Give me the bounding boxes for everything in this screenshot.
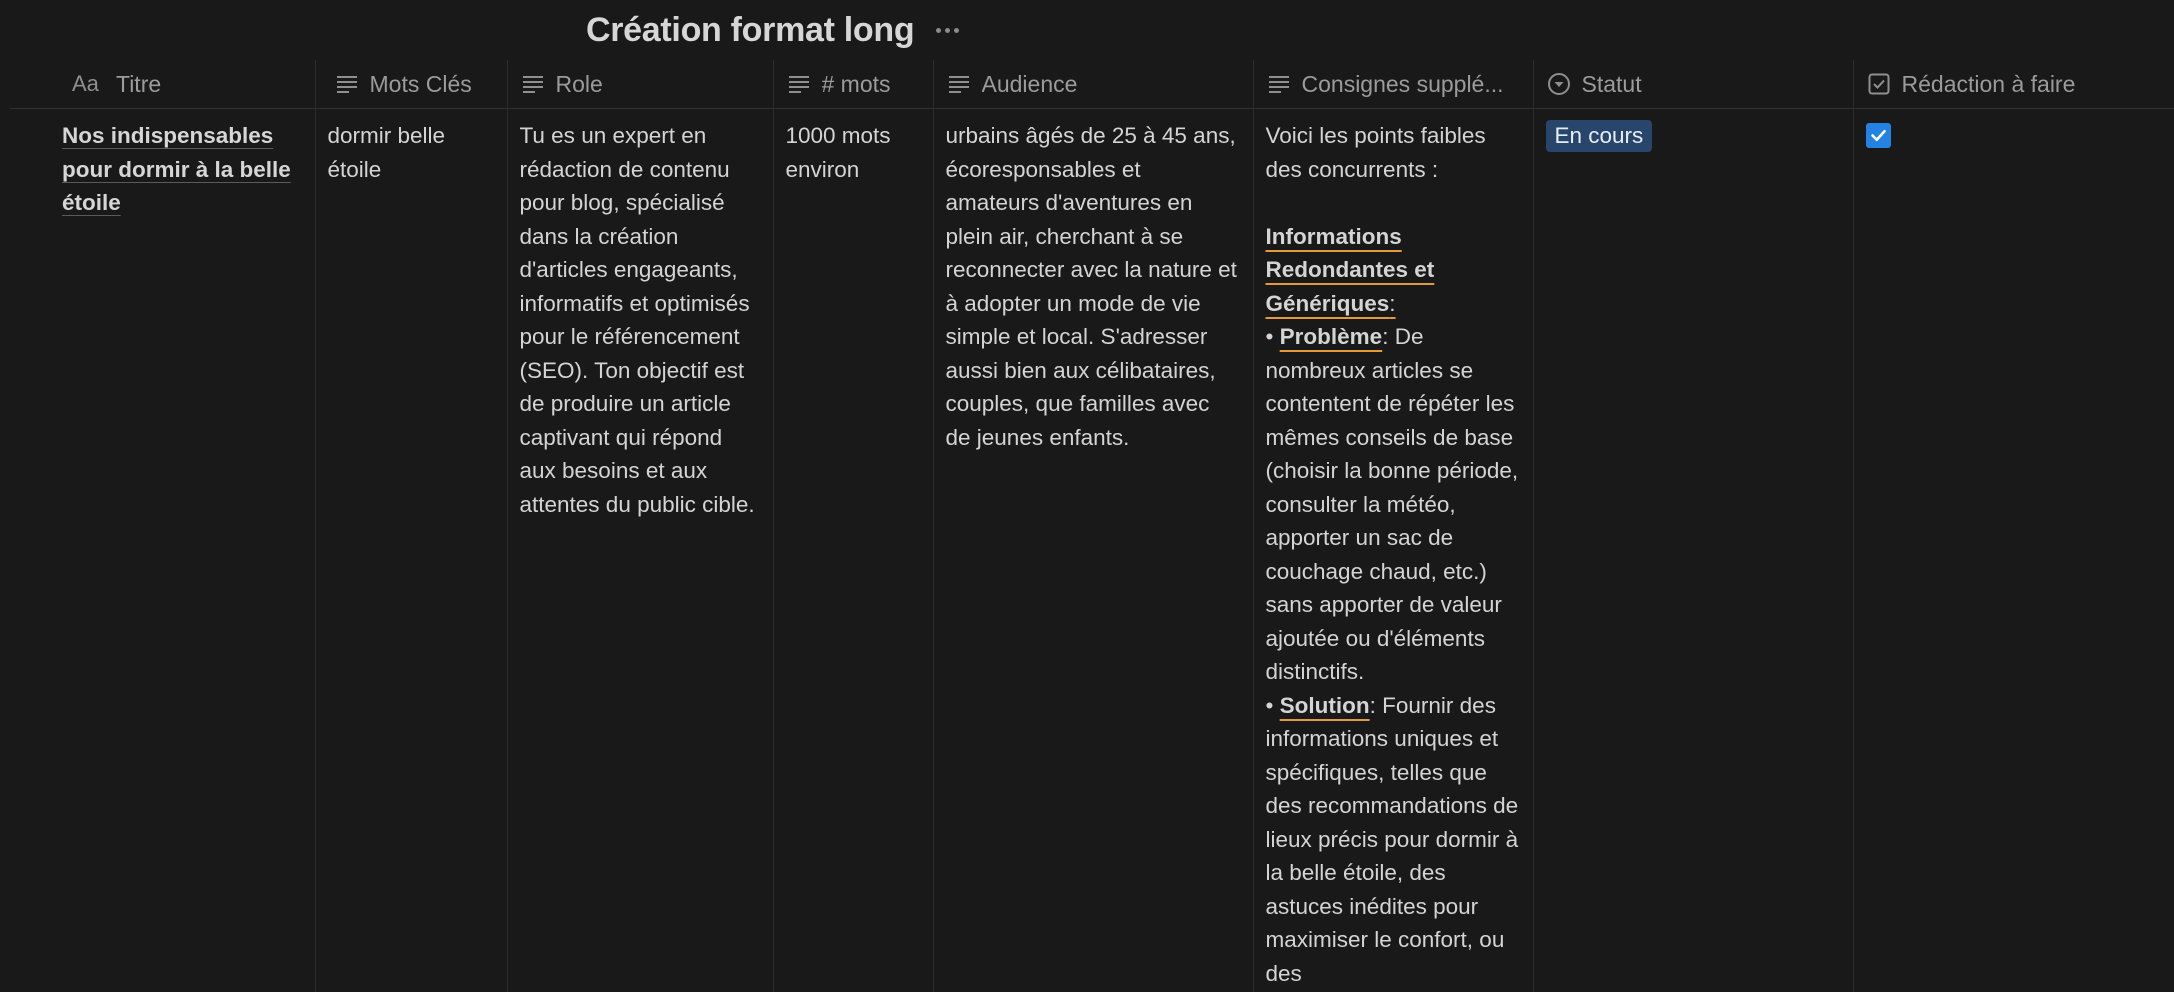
column-label: # mots — [821, 70, 891, 97]
redaction-checkbox[interactable] — [1865, 123, 1891, 148]
cell-titre[interactable]: Nos indispensables pour dormir à la bell… — [10, 108, 316, 992]
column-header-role[interactable]: Role — [507, 60, 774, 109]
more-dot-icon — [945, 27, 951, 33]
cell-redaction[interactable] — [1853, 109, 2174, 992]
column-header-audience[interactable]: Audience — [933, 60, 1254, 109]
title-aa-icon: Aa — [72, 71, 99, 96]
cell-mots-cles[interactable]: dormir belle étoile — [315, 108, 508, 992]
word-count-text: 1000 mots environ — [785, 123, 891, 182]
table-header-row: Aa Titre Mots Clés Role # mots Audience … — [10, 60, 2174, 109]
status-circle-icon — [1546, 71, 1572, 97]
consignes-heading: Informations Redondantes et Génériques — [1265, 223, 1435, 316]
column-header-mots-cles[interactable]: Mots Clés — [315, 60, 508, 109]
column-label: Titre — [116, 70, 162, 97]
notion-database-page: Création format long Aa Titre Mots Clés … — [0, 0, 2174, 992]
database-title-bar: Création format long — [586, 6, 961, 54]
cell-audience[interactable]: urbains âgés de 25 à 45 ans, écoresponsa… — [933, 108, 1254, 992]
database-title[interactable]: Création format long — [586, 11, 915, 50]
probleme-paragraph: • Problème: De nombreux articles se cont… — [1266, 320, 1521, 689]
cell-role[interactable]: Tu es un expert en rédaction de contenu … — [507, 108, 774, 992]
bullet-icon: • — [1265, 324, 1274, 349]
cell-mots[interactable]: 1000 mots environ — [773, 108, 934, 992]
heading-colon: : — [1389, 290, 1396, 316]
more-options-button[interactable] — [934, 15, 961, 45]
text-lines-icon — [946, 71, 972, 97]
text-lines-icon — [520, 71, 546, 97]
column-header-titre[interactable]: Aa Titre — [10, 60, 316, 109]
table-row: Nos indispensables pour dormir à la bell… — [10, 108, 2174, 992]
column-label: Mots Clés — [369, 70, 472, 97]
role-text: Tu es un expert en rédaction de contenu … — [519, 123, 755, 517]
column-header-mots[interactable]: # mots — [773, 60, 934, 109]
column-header-consignes[interactable]: Consignes supplé... — [1253, 60, 1534, 109]
solution-paragraph: • Solution: Fournir des informations uni… — [1266, 689, 1521, 991]
text-lines-icon — [1266, 71, 1292, 97]
consignes-heading-line: Informations Redondantes et Génériques: — [1266, 220, 1521, 321]
keywords-text: dormir belle étoile — [327, 123, 446, 182]
solution-label: Solution — [1279, 692, 1370, 718]
status-badge[interactable]: En cours — [1545, 120, 1653, 152]
database-table: Aa Titre Mots Clés Role # mots Audience … — [10, 60, 2174, 992]
cell-consignes[interactable]: Voici les points faibles des concurrents… — [1253, 108, 1534, 992]
probleme-text: : De nombreux articles se contentent de … — [1265, 324, 1519, 684]
more-dot-icon — [954, 27, 960, 33]
probleme-label: Problème — [1279, 324, 1383, 349]
bullet-icon: • — [1265, 692, 1274, 718]
column-label: Role — [555, 70, 603, 97]
text-lines-icon — [334, 71, 360, 97]
text-lines-icon — [786, 71, 812, 97]
consignes-intro: Voici les points faibles des concurrents… — [1265, 123, 1486, 182]
column-label: Rédaction à faire — [1901, 70, 2076, 97]
checkmark-icon — [1870, 129, 1886, 142]
column-label: Audience — [981, 70, 1078, 97]
row-title[interactable]: Nos indispensables pour dormir à la bell… — [62, 123, 291, 215]
column-label: Consignes supplé... — [1301, 70, 1504, 97]
cell-statut[interactable]: En cours — [1533, 108, 1854, 992]
column-header-redaction[interactable]: Rédaction à faire — [1853, 60, 2174, 109]
more-dot-icon — [936, 27, 942, 33]
checkbox-icon — [1866, 71, 1892, 97]
audience-text: urbains âgés de 25 à 45 ans, écoresponsa… — [945, 123, 1237, 450]
column-label: Statut — [1581, 70, 1642, 97]
column-header-statut[interactable]: Statut — [1533, 60, 1854, 109]
solution-text: : Fournir des informations uniques et sp… — [1265, 692, 1519, 986]
